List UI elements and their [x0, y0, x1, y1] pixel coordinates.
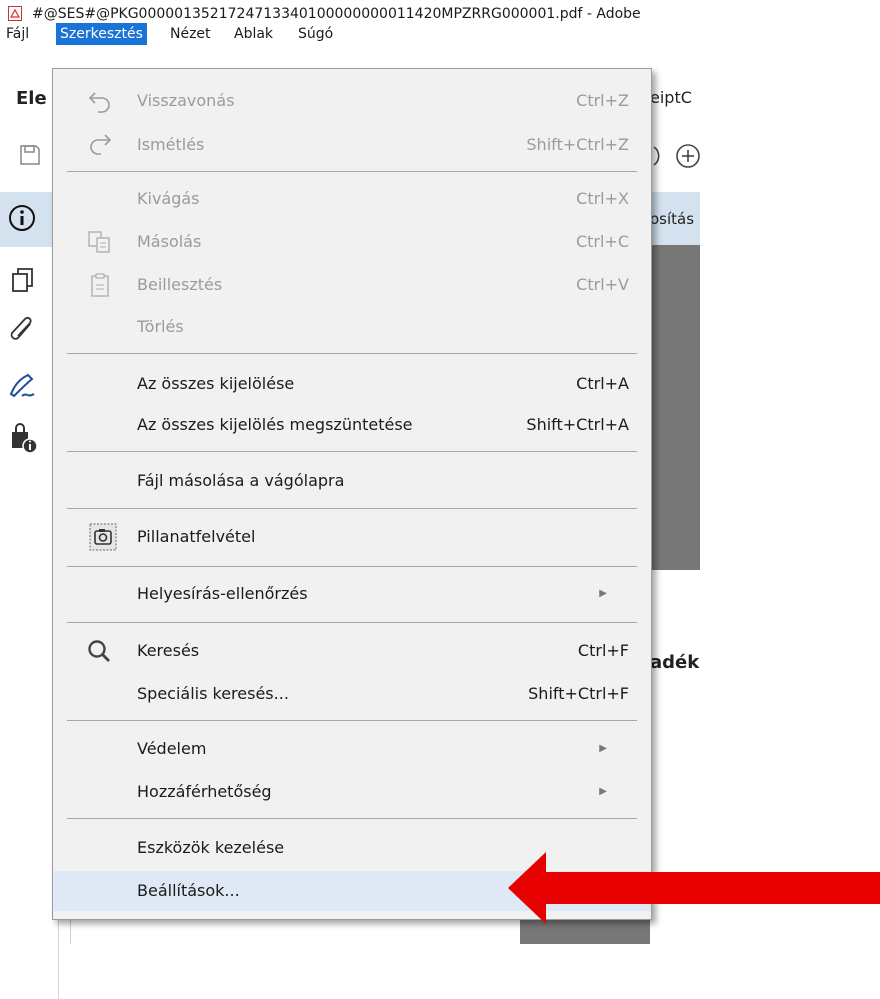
menu-separator [67, 566, 637, 567]
pages-icon[interactable] [10, 266, 36, 294]
signature-icon[interactable] [8, 372, 38, 400]
menu-item-label: Törlés [137, 317, 184, 336]
menu-item-label: Kivágás [137, 189, 200, 208]
menu-separator [67, 171, 637, 172]
redo-icon [90, 134, 112, 155]
menu-item-select-all[interactable]: Az összes kijelölése Ctrl+A [53, 364, 651, 404]
document-text-fragment: adék [650, 652, 700, 673]
menu-view[interactable]: Nézet [166, 23, 215, 45]
menu-item-shortcut: Shift+Ctrl+Z [526, 135, 629, 154]
menu-item-copy-file-to-clipboard[interactable]: Fájl másolása a vágólapra [53, 461, 651, 501]
menu-item-shortcut: Ctrl+F [577, 641, 629, 660]
menu-item-label: Hozzáférhetőség [137, 782, 272, 801]
search-icon [88, 640, 110, 662]
menu-item-shortcut: Shift+Ctrl+A [526, 415, 629, 434]
pdf-file-icon [8, 6, 22, 21]
menu-item-shortcut: Shift+Ctrl+F [528, 684, 629, 703]
info-icon[interactable] [8, 204, 36, 232]
menu-separator [67, 720, 637, 721]
menu-item-label: Visszavonás [137, 91, 235, 110]
menu-item-spell-check[interactable]: Helyesírás-ellenőrzés ▶ [53, 574, 651, 614]
menu-item-label: Pillanatfelvétel [137, 527, 256, 546]
menu-item-label: Eszközök kezelése [137, 838, 285, 857]
menu-item-shortcut: Ctrl+X [576, 189, 629, 208]
tab-fragment-right[interactable]: eiptC [650, 88, 692, 107]
submenu-arrow-icon: ▶ [599, 743, 607, 754]
menu-item-paste[interactable]: Beillesztés Ctrl+V [53, 265, 651, 305]
paste-icon [91, 273, 109, 297]
camera-icon [89, 523, 117, 551]
tab-fragment[interactable]: Ele [16, 88, 47, 109]
save-icon[interactable] [18, 143, 42, 167]
menu-help[interactable]: Súgó [294, 23, 337, 45]
window-title: #@SES#@PKG000001352172471334010000000001… [32, 6, 641, 22]
submenu-arrow-icon: ▶ [599, 786, 607, 797]
menu-item-label: Helyesírás-ellenőrzés [137, 584, 308, 603]
menu-file[interactable]: Fájl [2, 23, 33, 45]
menu-window[interactable]: Ablak [230, 23, 277, 45]
menu-item-label: Speciális keresés... [137, 684, 289, 703]
menu-item-shortcut: Ctrl+C [575, 232, 629, 251]
menu-item-label: Védelem [137, 739, 207, 758]
menu-item-accessibility[interactable]: Hozzáférhetőség ▶ [53, 772, 651, 812]
attachment-icon[interactable] [10, 316, 36, 346]
copy-icon [88, 231, 110, 253]
menu-item-deselect-all[interactable]: Az összes kijelölés megszüntetése Shift+… [53, 405, 651, 445]
menu-item-shortcut: Ctrl+Z [576, 91, 629, 110]
menu-item-label: Ismétlés [137, 135, 205, 154]
menu-item-undo[interactable]: Visszavonás Ctrl+Z [53, 81, 651, 121]
menu-item-label: Beillesztés [137, 275, 223, 294]
menu-item-label: Fájl másolása a vágólapra [137, 471, 345, 490]
menu-item-copy[interactable]: Másolás Ctrl+C [53, 222, 651, 262]
menu-item-redo[interactable]: Ismétlés Shift+Ctrl+Z [53, 125, 651, 165]
left-rail [0, 247, 59, 999]
edit-menu-dropdown: Visszavonás Ctrl+Z Ismétlés Shift+Ctrl+Z… [52, 68, 652, 920]
menu-separator [67, 508, 637, 509]
menu-item-shortcut: Ctrl+V [576, 275, 629, 294]
menu-item-label: Beállítások... [137, 881, 240, 900]
menu-separator [67, 353, 637, 354]
menu-separator [67, 818, 637, 819]
menu-item-label: Másolás [137, 232, 202, 251]
menu-item-label: Keresés [137, 641, 200, 660]
menu-edit[interactable]: Szerkesztés [56, 23, 147, 45]
menu-separator [67, 622, 637, 623]
menu-separator [67, 451, 637, 452]
menu-item-shortcut: Ctrl+A [576, 374, 629, 393]
info-fragment: osítás [650, 210, 695, 228]
menu-item-snapshot[interactable]: Pillanatfelvétel [53, 517, 651, 557]
menu-item-cut[interactable]: Kivágás Ctrl+X [53, 179, 651, 219]
submenu-arrow-icon: ▶ [599, 588, 607, 599]
security-info-icon[interactable] [10, 422, 38, 456]
menu-item-advanced-search[interactable]: Speciális keresés... Shift+Ctrl+F [53, 674, 651, 714]
annotation-arrow-icon [508, 852, 880, 924]
undo-icon [88, 92, 110, 113]
menu-item-label: Az összes kijelölés megszüntetése [137, 415, 413, 434]
zoom-in-icon[interactable] [652, 143, 700, 169]
menu-item-delete[interactable]: Törlés [53, 307, 651, 347]
menu-item-find[interactable]: Keresés Ctrl+F [53, 631, 651, 671]
menu-item-protection[interactable]: Védelem ▶ [53, 729, 651, 769]
menu-item-label: Az összes kijelölése [137, 374, 295, 393]
title-bar: #@SES#@PKG000001352172471334010000000001… [0, 0, 700, 22]
menu-bar: Fájl Szerkesztés Nézet Ablak Súgó [0, 23, 700, 45]
